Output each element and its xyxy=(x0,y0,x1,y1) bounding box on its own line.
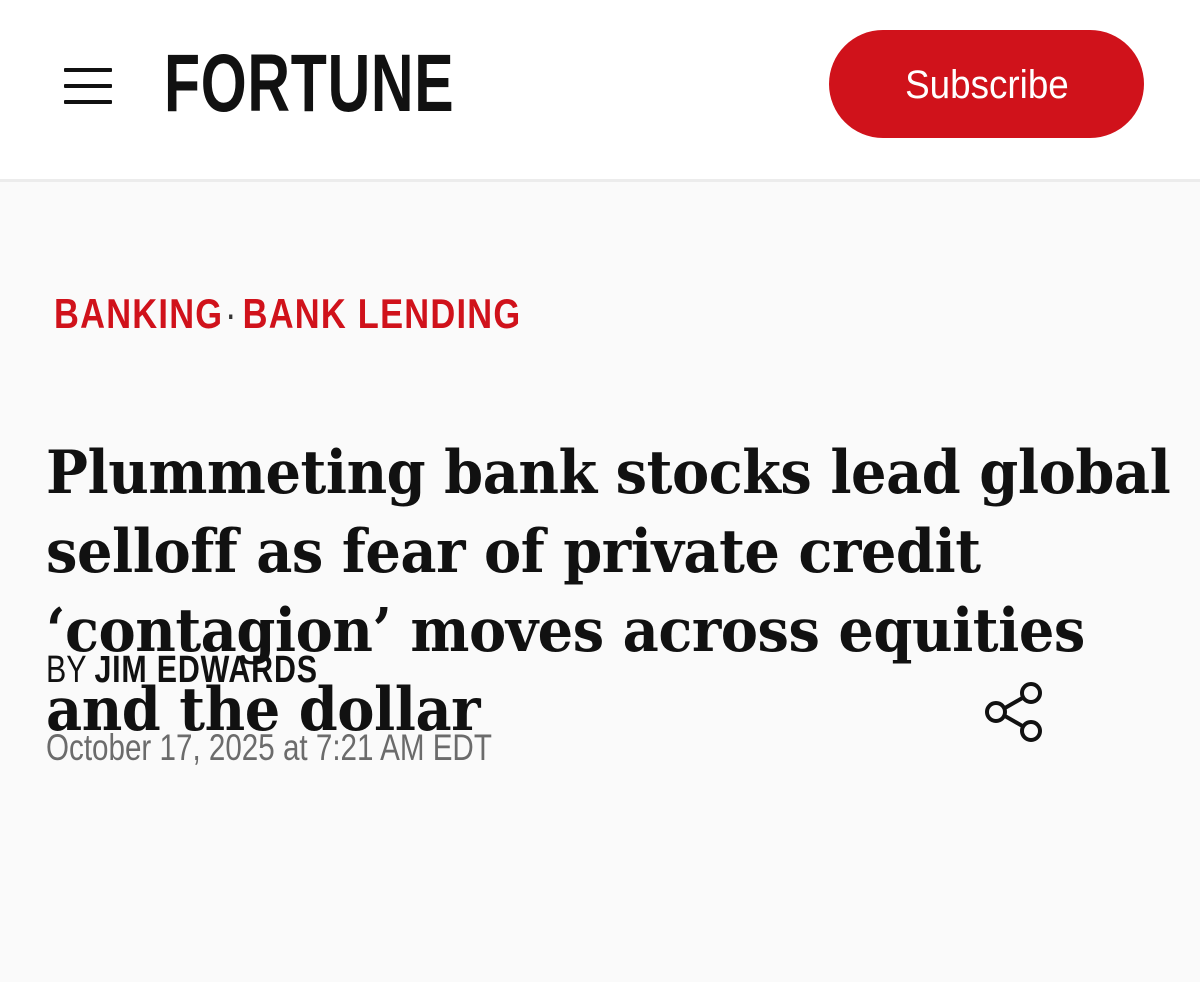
headline-line: selloff as fear of private credit xyxy=(46,517,981,587)
hamburger-menu-icon[interactable] xyxy=(62,66,114,110)
byline: BY JIM EDWARDS xyxy=(46,648,318,692)
author-link[interactable]: JIM EDWARDS xyxy=(94,649,317,691)
menu-bar-bottom xyxy=(64,100,112,104)
publish-date: October 17, 2025 at 7:21 AM EDT xyxy=(46,727,492,768)
breadcrumb-banking-link[interactable]: BANKING xyxy=(54,290,223,337)
menu-bar-top xyxy=(64,68,112,72)
share-icon[interactable] xyxy=(978,676,1050,748)
share-icon-node-left xyxy=(985,701,1007,723)
breadcrumb-bank-lending-link[interactable]: BANK LENDING xyxy=(243,290,522,337)
byline-prefix: BY xyxy=(46,649,87,691)
article: BANKING· BANK LENDING Plummeting bank sto… xyxy=(0,182,1200,979)
menu-bar-middle xyxy=(64,84,112,88)
share-icon-node-bottom xyxy=(1020,720,1042,742)
subscribe-button[interactable]: Subscribe xyxy=(829,30,1144,138)
share-icon-node-top xyxy=(1020,682,1042,704)
share-icon-graphic xyxy=(985,682,1042,742)
site-header: FORTUNE Subscribe xyxy=(0,0,1200,182)
subscribe-button-label: Subscribe xyxy=(904,63,1069,107)
breadcrumb: BANKING· BANK LENDING xyxy=(54,289,521,339)
fortune-logo[interactable]: FORTUNE xyxy=(164,43,454,125)
breadcrumb-separator: · xyxy=(224,290,238,337)
headline-line: Plummeting bank stocks lead global xyxy=(46,438,1171,508)
